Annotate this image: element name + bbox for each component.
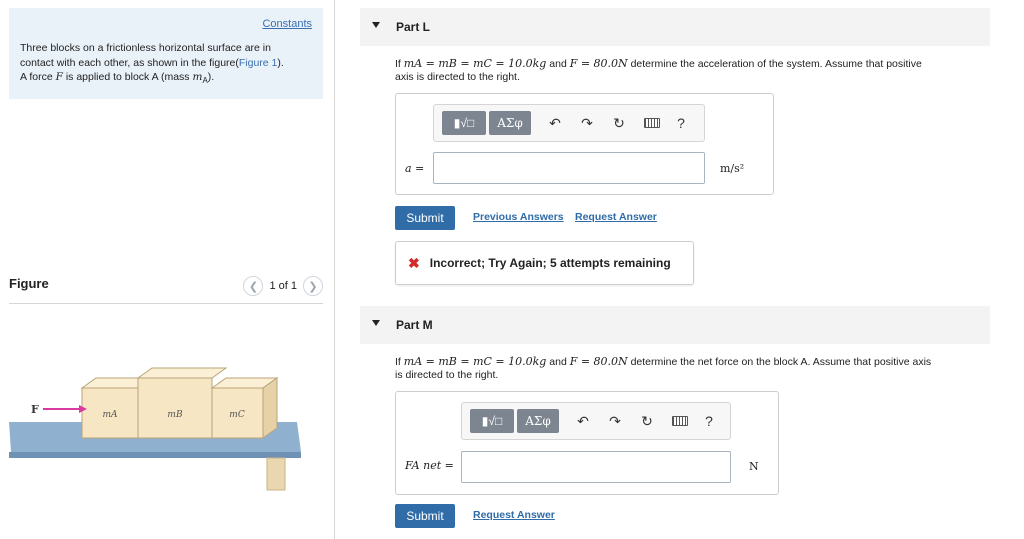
figure-link[interactable]: Figure 1 [239, 57, 278, 69]
figure-header: Figure ❮ 1 of 1 ❯ [9, 272, 323, 304]
part-l-title: Part L [396, 20, 431, 34]
incorrect-x-icon: ✖ [408, 254, 420, 271]
block-b-label: mB [167, 410, 183, 420]
table-leg [266, 457, 286, 491]
templates-button[interactable]: ▮√□ [442, 111, 486, 135]
undo-icon[interactable]: ↶ [572, 413, 594, 430]
prev-figure-button[interactable]: ❮ [243, 276, 264, 296]
part-l-question: If mA = mB = mC = 10.0kg and F = 80.0N d… [395, 57, 922, 83]
help-icon[interactable]: ? [670, 115, 692, 131]
redo-icon[interactable]: ↷ [576, 115, 598, 132]
part-m-question: If mA = mB = mC = 10.0kg and F = 80.0N d… [395, 355, 932, 381]
collapse-caret-icon [372, 22, 380, 28]
keyboard-icon[interactable] [672, 416, 688, 426]
part-l-answer-box: ▮√□ ΑΣφ ↶ ↷ ↻ ? a = m/s² [395, 93, 774, 195]
previous-answers-link[interactable]: Previous Answers [473, 211, 564, 223]
part-l-submit-button[interactable]: Submit [395, 206, 455, 230]
figure-diagram: F mA mB mC [9, 360, 309, 500]
blocks-diagram: F mA mB mC [9, 367, 301, 491]
left-panel: Constants Three blocks on a frictionless… [0, 0, 335, 539]
help-icon[interactable]: ? [698, 413, 720, 429]
figure-label: Figure [9, 276, 49, 291]
net-force-label: FA net = [405, 459, 454, 472]
collapse-caret-icon [372, 320, 380, 326]
greek-symbols-button[interactable]: ΑΣφ [489, 111, 531, 135]
reset-icon[interactable]: ↻ [608, 115, 630, 132]
table-edge [9, 452, 301, 458]
part-l-request-answer-link[interactable]: Request Answer [575, 211, 657, 223]
part-l-math-toolbar: ▮√□ ΑΣφ ↶ ↷ ↻ ? [433, 104, 705, 142]
block-b [137, 377, 213, 439]
feedback-message: ✖ Incorrect; Try Again; 5 attempts remai… [395, 241, 694, 285]
reset-icon[interactable]: ↻ [636, 413, 658, 430]
part-m-title: Part M [396, 318, 433, 332]
force-symbol: F [55, 71, 63, 83]
net-force-input[interactable] [461, 451, 731, 483]
part-m-submit-button[interactable]: Submit [395, 504, 455, 528]
problem-statement: Three blocks on a frictionless horizonta… [20, 42, 284, 86]
net-force-unit: N [749, 460, 759, 473]
templates-button[interactable]: ▮√□ [470, 409, 514, 433]
acceleration-label: a = [405, 162, 425, 175]
acceleration-input[interactable] [433, 152, 705, 184]
part-m-math-toolbar: ▮√□ ΑΣφ ↶ ↷ ↻ ? [461, 402, 731, 440]
part-m-answer-box: ▮√□ ΑΣφ ↶ ↷ ↻ ? FA net = N [395, 391, 779, 495]
keyboard-icon[interactable] [644, 118, 660, 128]
greek-symbols-button[interactable]: ΑΣφ [517, 409, 559, 433]
force-label: F [31, 403, 39, 416]
figure-pager: ❮ 1 of 1 ❯ [243, 276, 323, 296]
part-l-header[interactable]: Part L [360, 8, 990, 46]
block-c-label: mC [229, 410, 245, 420]
constants-link[interactable]: Constants [262, 18, 312, 30]
redo-icon[interactable]: ↷ [604, 413, 626, 430]
part-m-header[interactable]: Part M [360, 306, 990, 344]
block-a-label: mA [102, 410, 118, 420]
next-figure-button[interactable]: ❯ [303, 276, 323, 296]
part-m-request-answer-link[interactable]: Request Answer [473, 509, 555, 521]
figure-page-count: 1 of 1 [269, 280, 297, 292]
acceleration-unit: m/s² [720, 162, 745, 175]
constants-box: Constants Three blocks on a frictionless… [9, 8, 323, 99]
undo-icon[interactable]: ↶ [544, 115, 566, 132]
